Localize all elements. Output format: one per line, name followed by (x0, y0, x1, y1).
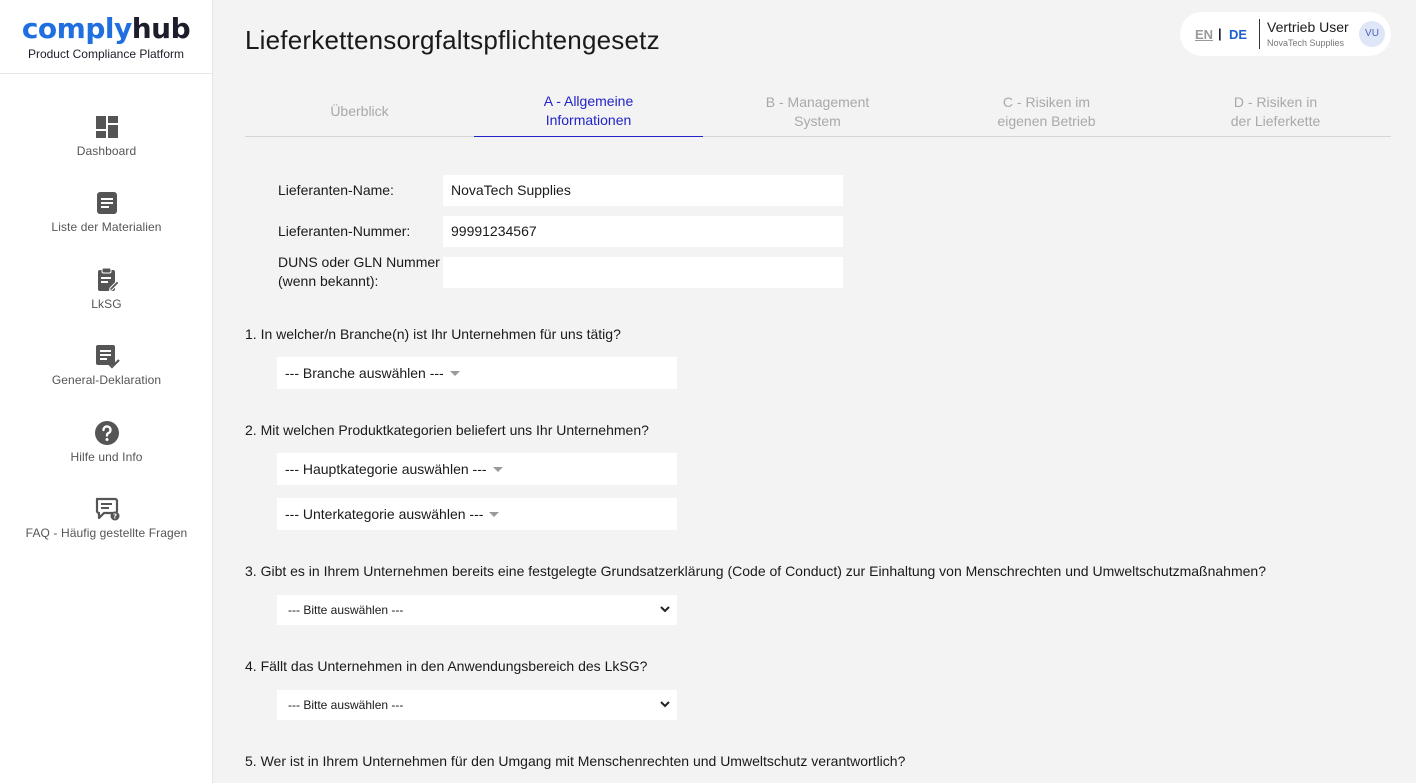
declaration-check-icon (95, 345, 120, 369)
supplier-name-input[interactable] (443, 175, 843, 206)
document-list-icon (96, 192, 117, 214)
sidebar-item-faq[interactable]: ? FAQ - Häufig gestellte Fragen (0, 495, 213, 540)
tab-label-line2: Informationen (545, 112, 632, 128)
sidebar-item-general-deklaration[interactable]: General-Deklaration (0, 342, 213, 387)
tab-label-line2: System (794, 112, 841, 129)
language-en-link[interactable]: EN (1195, 27, 1213, 42)
unterkategorie-select-value: --- Unterkategorie auswählen --- (285, 506, 484, 522)
hauptkategorie-select-value: --- Hauptkategorie auswählen --- (285, 461, 487, 477)
user-company: NovaTech Supplies (1267, 38, 1345, 48)
svg-text:?: ? (112, 513, 116, 521)
question-1: 1. In welcher/n Branche(n) ist Ihr Unter… (245, 326, 621, 342)
tab-risiken-lieferkette[interactable]: D - Risiken in der Lieferkette (1161, 86, 1390, 137)
caret-down-icon (492, 466, 503, 472)
caret-down-icon (449, 370, 460, 376)
supplier-number-label: Lieferanten-Nummer: (278, 223, 411, 239)
sidebar-item-dashboard[interactable]: Dashboard (0, 113, 213, 158)
sidebar-item-label: General-Deklaration (51, 373, 162, 387)
tab-risiken-eigener-betrieb[interactable]: C - Risiken im eigenen Betrieb (932, 86, 1161, 137)
dashboard-icon (95, 116, 118, 138)
divider (1259, 19, 1260, 49)
question-4: 4. Fällt das Unternehmen in den Anwendun… (245, 658, 648, 674)
tab-label-line1: D - Risiken in (1233, 93, 1318, 110)
logo-part-comply: comply (21, 12, 132, 45)
hauptkategorie-select[interactable]: --- Hauptkategorie auswählen --- (277, 453, 677, 485)
lksg-scope-select-value: --- Bitte auswählen --- (288, 698, 404, 712)
branche-select-value: --- Branche auswählen --- (285, 365, 444, 381)
sidebar-item-label: Liste der Materialien (51, 220, 162, 234)
tab-allgemeine-informationen[interactable]: A - Allgemeine Informationen (474, 86, 703, 137)
avatar[interactable]: VU (1359, 21, 1385, 47)
sidebar-item-label: Hilfe und Info (70, 450, 143, 464)
chevron-down-icon (660, 606, 670, 613)
language-separator: | (1218, 26, 1222, 41)
lksg-scope-select[interactable]: --- Bitte auswählen --- (277, 690, 677, 720)
duns-input[interactable] (443, 257, 843, 288)
sidebar-item-materialien[interactable]: Liste der Materialien (0, 189, 213, 234)
branche-select[interactable]: --- Branche auswählen --- (277, 357, 677, 389)
duns-label: DUNS oder GLN Nummer (wenn bekannt): (278, 253, 440, 291)
supplier-number-input[interactable] (443, 216, 843, 247)
code-of-conduct-select[interactable]: --- Bitte auswählen --- (277, 595, 677, 625)
clipboard-edit-icon (97, 267, 120, 292)
user-menu: EN | DE Vertrieb User NovaTech Supplies … (1180, 12, 1391, 56)
tab-label-line2: eigenen Betrieb (997, 112, 1096, 129)
question-5: 5. Wer ist in Ihrem Unternehmen für den … (245, 753, 906, 769)
faq-chat-icon: ? (95, 497, 119, 521)
sidebar: complyhub Product Compliance Platform Da… (0, 0, 213, 783)
question-2: 2. Mit welchen Produktkategorien beliefe… (245, 422, 649, 438)
tab-label-line2: der Lieferkette (1230, 112, 1321, 129)
sidebar-item-label: Dashboard (76, 144, 137, 158)
tab-label-line1: C - Risiken im (1002, 93, 1091, 110)
section-tabs: Überblick A - Allgemeine Informationen B … (245, 86, 1391, 137)
logo[interactable]: complyhub (0, 12, 212, 46)
supplier-name-label: Lieferanten-Name: (278, 182, 394, 198)
language-de-link[interactable]: DE (1229, 27, 1247, 42)
tab-label-line1: A - Allgemeine (543, 93, 634, 109)
tab-label-line1: Überblick (330, 103, 389, 119)
duns-label-line2: (wenn bekannt): (278, 273, 379, 289)
brand: complyhub Product Compliance Platform (0, 0, 212, 74)
tab-label-line1: B - Management (765, 93, 870, 110)
sidebar-item-lksg[interactable]: LkSG (0, 266, 213, 311)
user-name[interactable]: Vertrieb User (1267, 19, 1349, 35)
question-3: 3. Gibt es in Ihrem Unternehmen bereits … (245, 563, 1266, 579)
brand-tagline: Product Compliance Platform (27, 47, 185, 61)
code-of-conduct-select-value: --- Bitte auswählen --- (288, 603, 404, 617)
tab-ueberblick[interactable]: Überblick (245, 86, 474, 137)
sidebar-item-label: LkSG (91, 297, 122, 311)
page-title: Lieferkettensorgfaltspflichtengesetz (245, 25, 660, 55)
help-circle-icon (94, 421, 119, 445)
sidebar-item-hilfe[interactable]: Hilfe und Info (0, 419, 213, 464)
duns-label-line1: DUNS oder GLN Nummer (278, 254, 440, 270)
chevron-down-icon (660, 701, 670, 708)
tab-management-system[interactable]: B - Management System (703, 86, 932, 137)
sidebar-item-label: FAQ - Häufig gestellte Fragen (25, 526, 188, 540)
logo-part-hub: hub (131, 12, 191, 45)
unterkategorie-select[interactable]: --- Unterkategorie auswählen --- (277, 498, 677, 530)
caret-down-icon (489, 511, 500, 517)
